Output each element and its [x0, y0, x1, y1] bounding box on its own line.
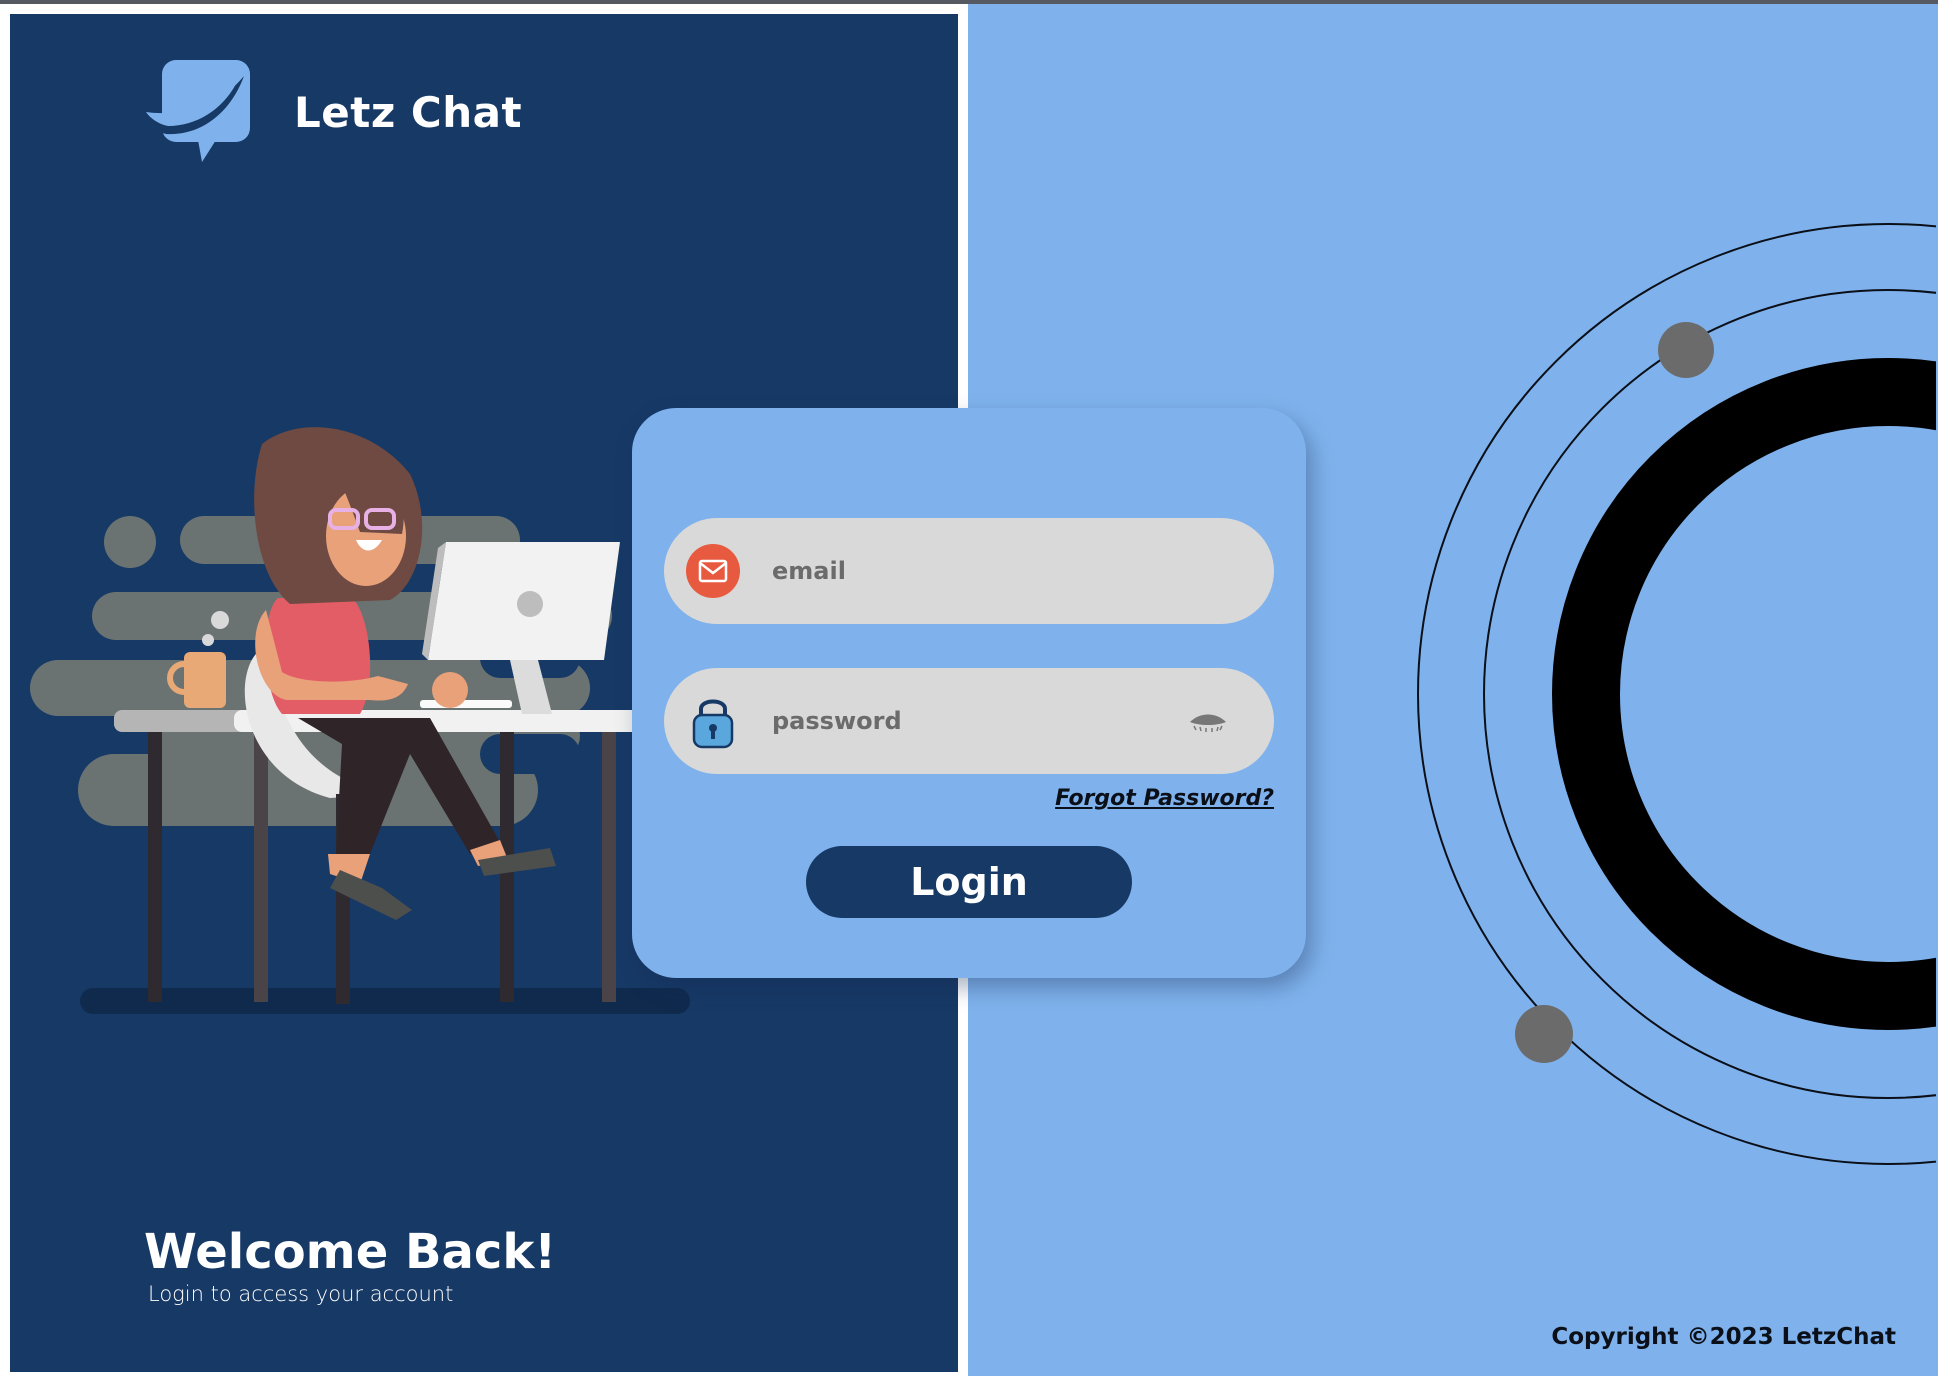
email-input[interactable]	[770, 556, 1274, 586]
woman-at-desk-illustration	[30, 427, 690, 1014]
mail-icon	[686, 544, 740, 598]
lock-icon	[686, 694, 740, 749]
brand: Letz Chat	[140, 58, 522, 166]
welcome-title: Welcome Back!	[144, 1224, 557, 1280]
orbit-decoration	[1417, 223, 1936, 1165]
password-field[interactable]	[664, 668, 1274, 774]
login-button[interactable]: Login	[806, 846, 1132, 918]
eye-closed-icon[interactable]	[1186, 706, 1230, 736]
forgot-password-link[interactable]: Forgot Password?	[1055, 786, 1274, 811]
copyright-text: Copyright ©2023 LetzChat	[1551, 1324, 1896, 1350]
welcome-block: Welcome Back! Login to access your accou…	[144, 1224, 556, 1308]
chat-bubble-logo-icon	[142, 60, 250, 162]
login-page: Letz Chat Welcome Back! Login to access …	[0, 0, 1938, 1376]
login-card: Forgot Password? Login	[632, 408, 1306, 978]
password-input[interactable]	[770, 706, 1186, 736]
welcome-subtitle: Login to access your account	[148, 1282, 454, 1306]
brand-name: Letz Chat	[294, 87, 523, 137]
email-field[interactable]	[664, 518, 1274, 624]
